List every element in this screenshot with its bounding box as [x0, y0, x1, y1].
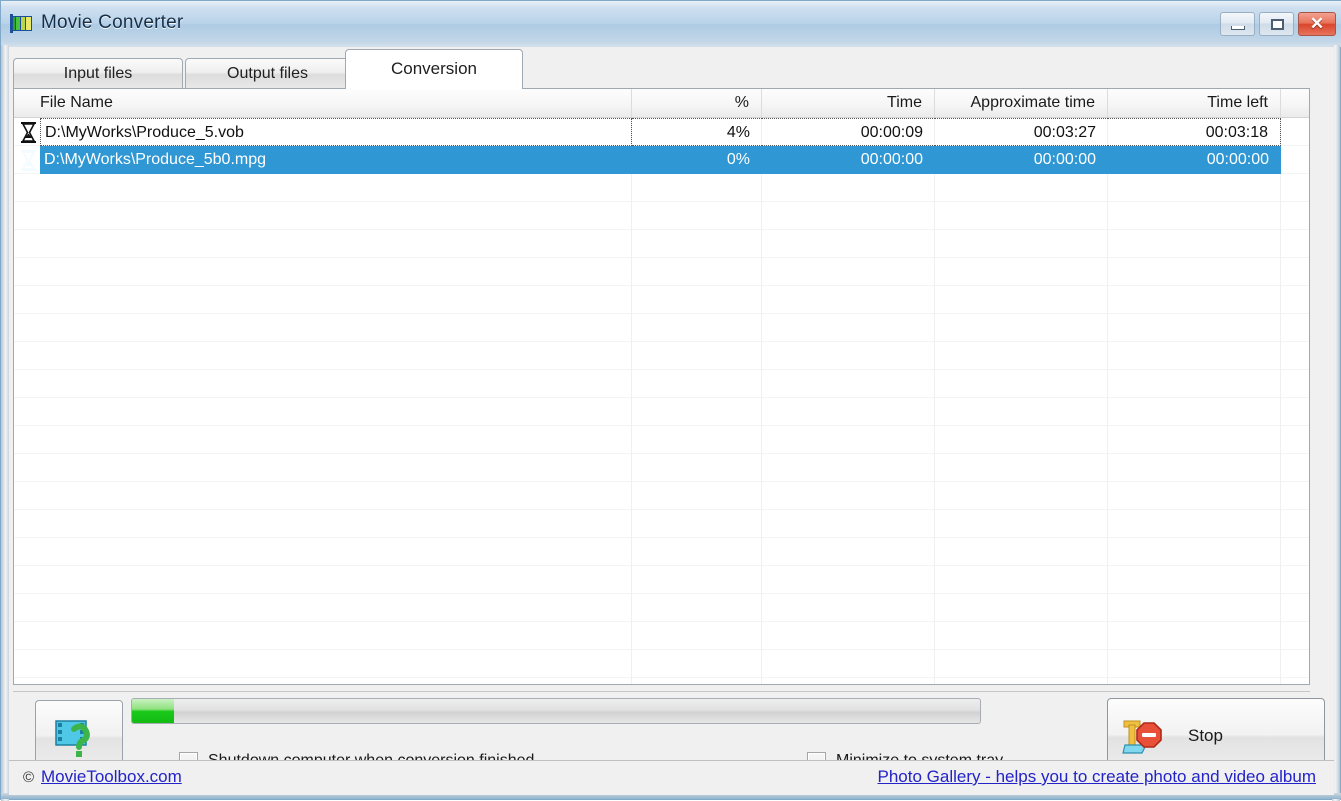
column-header-approximate-time[interactable]: Approximate time [935, 89, 1108, 117]
status-bar: © MovieToolbox.com Photo Gallery - helps… [9, 760, 1334, 795]
movietoolbox-link[interactable]: MovieToolbox.com [41, 767, 182, 787]
stop-sign-icon [1122, 720, 1162, 754]
copyright-icon: © [23, 769, 35, 786]
photo-gallery-link[interactable]: Photo Gallery - helps you to create phot… [878, 767, 1317, 787]
control-panel: Shutdown computer when conversion finish… [13, 691, 1325, 774]
list-grid-background [14, 118, 1309, 684]
tab-output-files[interactable]: Output files [185, 58, 350, 89]
progress-fill [132, 699, 175, 723]
list-header: File Name % Time Approximate time Time l… [14, 89, 1309, 118]
column-header-filler [1281, 89, 1309, 117]
column-header-percent[interactable]: % [632, 89, 762, 117]
cell-percent: 0% [632, 146, 762, 174]
close-button[interactable]: ✕ [1298, 12, 1336, 36]
film-question-help-icon [55, 720, 90, 757]
maximize-icon [1271, 19, 1284, 30]
table-row[interactable]: D:\MyWorks\Produce_5b0.mpg 0% 00:00:00 0… [14, 146, 1309, 174]
window-frame-left [1, 45, 9, 801]
tab-conversion[interactable]: Conversion [345, 49, 523, 89]
minimize-icon [1231, 26, 1245, 30]
hourglass-icon [21, 122, 36, 143]
client-area: Input files Output files Conversion File… [9, 47, 1334, 795]
minimize-button[interactable] [1220, 12, 1255, 36]
application-window: Movie Converter ✕ Input files Output fil… [0, 0, 1341, 801]
maximize-button[interactable] [1259, 12, 1294, 36]
cell-percent: 4% [632, 118, 762, 146]
cell-time: 00:00:00 [762, 146, 935, 174]
window-title: Movie Converter [41, 12, 184, 33]
cell-file-name: D:\MyWorks\Produce_5b0.mpg [40, 146, 632, 174]
movie-converter-icon [10, 14, 32, 33]
cell-time: 00:00:09 [762, 118, 935, 146]
cell-approximate-time: 00:00:00 [935, 146, 1108, 174]
tab-input-files[interactable]: Input files [13, 58, 183, 89]
cell-time-left: 00:00:00 [1108, 146, 1281, 174]
table-row[interactable]: D:\MyWorks\Produce_5.vob 4% 00:00:09 00:… [14, 118, 1309, 146]
conversion-progress-bar [131, 698, 981, 724]
column-header-file-name[interactable]: File Name [14, 89, 632, 117]
column-header-time-left[interactable]: Time left [1108, 89, 1281, 117]
close-icon: ✕ [1309, 14, 1325, 33]
cell-approximate-time: 00:03:27 [935, 118, 1108, 146]
title-bar: Movie Converter ✕ [1, 1, 1341, 47]
hourglass-icon [21, 150, 36, 171]
tab-strip: Input files Output files Conversion [9, 47, 1334, 89]
cell-time-left: 00:03:18 [1108, 118, 1281, 146]
column-header-time[interactable]: Time [762, 89, 935, 117]
conversion-list[interactable]: File Name % Time Approximate time Time l… [13, 88, 1310, 685]
cell-file-name: D:\MyWorks\Produce_5.vob [40, 118, 632, 146]
